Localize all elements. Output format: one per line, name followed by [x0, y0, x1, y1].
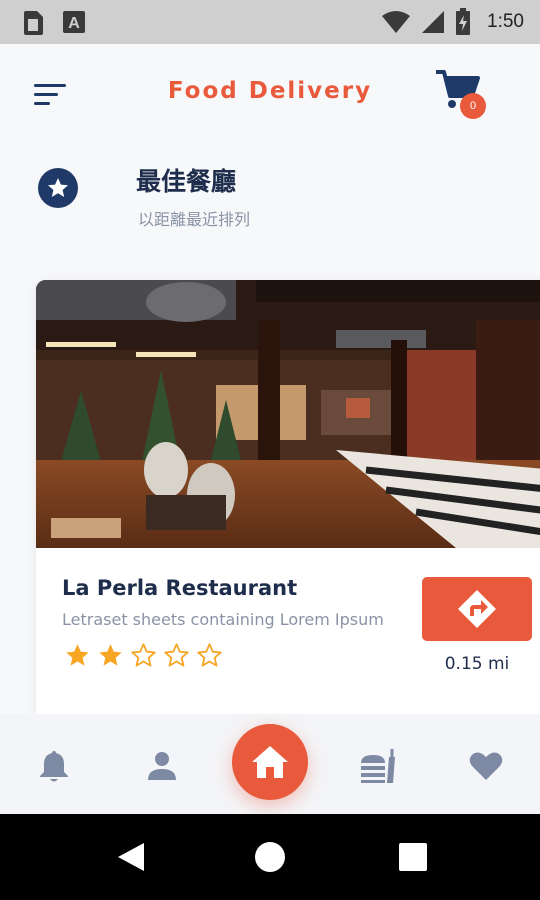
restaurant-name: La Perla Restaurant	[62, 576, 298, 600]
keyboard-a-icon: A	[63, 11, 85, 33]
bell-icon	[40, 751, 68, 782]
nav-home[interactable]	[232, 724, 308, 800]
app-bar: Food Delivery 0	[0, 44, 540, 144]
section-subtitle: 以距離最近排列	[138, 210, 251, 229]
restaurant-distance: 0.15 mi	[444, 654, 510, 674]
battery-charging-icon	[456, 8, 471, 35]
home-circle-icon[interactable]	[253, 840, 287, 874]
fastfood-icon	[361, 749, 395, 783]
star-icon	[38, 168, 78, 208]
clock: 1:50	[487, 11, 524, 32]
wifi-icon	[382, 11, 411, 33]
star-outline-icon	[197, 643, 222, 667]
system-nav-bar	[0, 814, 540, 900]
restaurant-interior-photo	[36, 280, 540, 548]
sim-card-icon	[24, 11, 43, 35]
back-icon[interactable]	[114, 840, 148, 874]
nav-notifications[interactable]	[34, 746, 74, 786]
nav-menu-food[interactable]	[358, 746, 398, 786]
nav-favorites[interactable]	[466, 746, 506, 786]
star-filled-icon	[99, 644, 122, 666]
home-icon	[252, 746, 288, 778]
star-outline-icon	[164, 643, 189, 667]
nav-profile[interactable]	[142, 746, 182, 786]
heart-icon	[469, 752, 503, 780]
signal-icon	[422, 11, 445, 33]
cart-button[interactable]: 0	[434, 68, 490, 124]
svg-text:A: A	[68, 15, 80, 32]
bottom-nav	[0, 714, 540, 814]
directions-icon	[458, 590, 496, 628]
restaurant-card[interactable]: La Perla Restaurant Letraset sheets cont…	[36, 280, 540, 720]
section-header: 最佳餐廳 以距離最近排列	[0, 150, 540, 250]
cart-count-badge: 0	[460, 93, 486, 119]
star-outline-icon	[131, 643, 156, 667]
section-title: 最佳餐廳	[136, 167, 237, 196]
restaurant-description: Letraset sheets containing Lorem Ipsum	[62, 610, 384, 629]
user-icon	[148, 752, 176, 780]
directions-button[interactable]	[422, 577, 532, 641]
recents-icon[interactable]	[396, 840, 430, 874]
star-filled-icon	[66, 644, 89, 666]
rating-stars	[64, 642, 223, 669]
status-bar: A 1:50	[0, 0, 540, 44]
